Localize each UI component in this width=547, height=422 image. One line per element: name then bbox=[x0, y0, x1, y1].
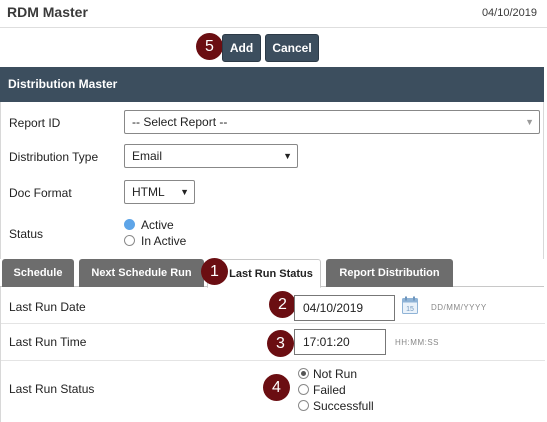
calendar-icon[interactable]: 15 bbox=[402, 296, 418, 314]
last-run-date-input[interactable] bbox=[294, 295, 395, 321]
tab-schedule[interactable]: Schedule bbox=[2, 259, 74, 287]
step-marker-4: 4 bbox=[263, 374, 290, 401]
chevron-down-icon: ▼ bbox=[180, 187, 189, 197]
time-format-hint: HH:MM:SS bbox=[395, 338, 439, 347]
app-title: RDM Master bbox=[7, 4, 88, 20]
tab-next-schedule-run[interactable]: Next Schedule Run bbox=[79, 259, 204, 287]
last-run-time-label: Last Run Time bbox=[9, 335, 87, 349]
date-format-hint: DD/MM/YYYY bbox=[431, 303, 487, 312]
not-run-radio[interactable] bbox=[298, 368, 309, 379]
successfull-radio[interactable] bbox=[298, 400, 309, 411]
last-run-status-panel: Last Run Date 2 15 DD/MM/YYYY Last Run T… bbox=[0, 287, 545, 422]
status-label: Status bbox=[9, 227, 44, 241]
report-id-select[interactable]: -- Select Report -- ▼ bbox=[124, 110, 540, 134]
tab-report-distribution[interactable]: Report Distribution bbox=[326, 259, 453, 287]
chevron-down-icon: ▼ bbox=[525, 117, 534, 127]
distribution-type-label: Distribution Type bbox=[9, 150, 99, 164]
step-marker-1: 1 bbox=[201, 258, 228, 285]
doc-format-label: Doc Format bbox=[9, 186, 72, 200]
distribution-type-value: Email bbox=[132, 149, 163, 163]
action-bar: 5 Add Cancel bbox=[0, 27, 547, 67]
add-button[interactable]: Add bbox=[222, 34, 261, 62]
status-inactive-label: In Active bbox=[141, 234, 187, 248]
doc-format-value: HTML bbox=[132, 185, 165, 199]
header-date: 04/10/2019 bbox=[481, 7, 537, 19]
status-active-radio[interactable] bbox=[124, 219, 135, 230]
failed-radio[interactable] bbox=[298, 384, 309, 395]
row-divider bbox=[1, 323, 545, 324]
not-run-label: Not Run bbox=[313, 367, 358, 381]
step-marker-3: 3 bbox=[267, 330, 294, 357]
calendar-day: 15 bbox=[406, 306, 414, 313]
report-id-label: Report ID bbox=[9, 116, 61, 130]
chevron-down-icon: ▼ bbox=[283, 151, 292, 161]
last-run-status-label: Last Run Status bbox=[9, 382, 95, 396]
doc-format-select[interactable]: HTML ▼ bbox=[124, 180, 195, 204]
status-inactive-radio[interactable] bbox=[124, 235, 135, 246]
report-id-value: -- Select Report -- bbox=[132, 115, 228, 129]
distribution-type-select[interactable]: Email ▼ bbox=[124, 144, 298, 168]
last-run-date-label: Last Run Date bbox=[9, 300, 86, 314]
panel-title: Distribution Master bbox=[8, 77, 118, 91]
step-marker-5: 5 bbox=[196, 33, 223, 60]
failed-label: Failed bbox=[313, 383, 346, 397]
successfull-label: Successfull bbox=[313, 399, 374, 413]
top-bar: RDM Master 04/10/2019 bbox=[0, 0, 547, 27]
panel-header: Distribution Master bbox=[0, 67, 544, 102]
distribution-form: Report ID -- Select Report -- ▼ Distribu… bbox=[0, 102, 544, 259]
last-run-time-input[interactable] bbox=[294, 329, 386, 355]
status-active-label: Active bbox=[141, 218, 174, 232]
tab-last-run-status-label: Last Run Status bbox=[229, 268, 313, 280]
row-divider bbox=[1, 360, 545, 361]
cancel-button[interactable]: Cancel bbox=[265, 34, 319, 62]
step-marker-2: 2 bbox=[269, 291, 296, 318]
tab-bar: Schedule Next Schedule Run Last Run Stat… bbox=[0, 259, 544, 288]
